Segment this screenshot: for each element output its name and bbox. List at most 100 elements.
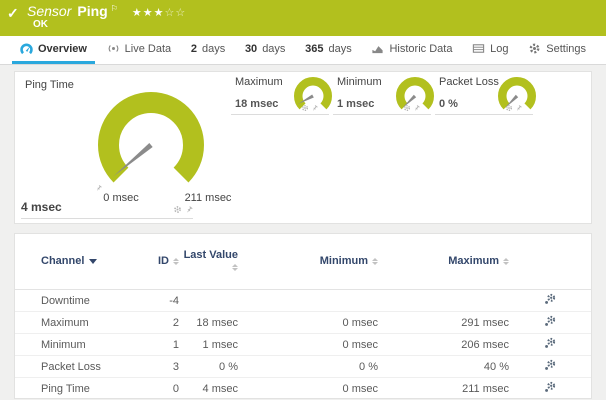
cell-id: 3 xyxy=(141,361,179,373)
cell-actions xyxy=(509,359,591,374)
priority-stars[interactable]: ★★★☆☆ xyxy=(132,6,186,19)
gauge-pin-icon[interactable] xyxy=(413,104,421,112)
column-header-label: ID xyxy=(158,255,169,267)
gauge-min-label: 0 msec xyxy=(91,192,151,204)
column-header-last-value[interactable]: Last Value xyxy=(179,249,238,275)
tab-overview[interactable]: Overview xyxy=(12,36,95,64)
channel-settings-icon[interactable] xyxy=(544,293,556,305)
divider xyxy=(21,218,193,219)
cell-last: 18 msec xyxy=(179,317,238,329)
cell-id: 0 xyxy=(141,383,179,395)
cell-id: 1 xyxy=(141,339,179,351)
pin-icon xyxy=(515,104,523,112)
gauges-panel: Ping Time 0 msec 211 msec 4 msec Maximum… xyxy=(14,71,592,224)
gauge-icon xyxy=(20,42,33,55)
main-gauge-value: 4 msec xyxy=(21,200,62,214)
column-header-label: Last Value xyxy=(184,249,238,261)
star-icon[interactable]: ☆ xyxy=(165,7,176,19)
table-row: Minimum11 msec0 msec206 msec xyxy=(15,334,591,356)
broadcast-icon xyxy=(107,42,120,55)
channel-settings-icon[interactable] xyxy=(544,337,556,349)
mini-gauge-title: Packet Loss xyxy=(439,76,499,88)
broadcast-icon xyxy=(107,42,120,55)
cell-min: 0 msec xyxy=(238,383,378,395)
pin-icon xyxy=(311,104,319,112)
gauge-pin-icon[interactable] xyxy=(311,104,319,112)
cell-id: -4 xyxy=(141,295,179,307)
gauge-max-label: 211 msec xyxy=(173,192,243,204)
tab-label: days xyxy=(329,43,352,55)
main-gauge-title: Ping Time xyxy=(25,79,74,91)
channel-settings-icon[interactable] xyxy=(544,359,556,371)
tab-30-days[interactable]: 30 days xyxy=(237,36,294,64)
cell-last: 0 % xyxy=(179,361,238,373)
cell-min: 0 % xyxy=(238,361,378,373)
table-row: Packet Loss30 %0 %40 % xyxy=(15,356,591,378)
sensor-status-bar: ✓ Sensor Ping ⚐ ★★★☆☆ OK xyxy=(0,0,606,36)
cell-last: 4 msec xyxy=(179,383,238,395)
gear-icon xyxy=(301,104,309,112)
mini-gauge-title: Maximum xyxy=(235,76,283,88)
star-icon[interactable]: ★ xyxy=(154,7,165,19)
mini-gauge-title: Minimum xyxy=(337,76,382,88)
cell-channel: Maximum xyxy=(41,317,141,329)
tab-label: Overview xyxy=(38,43,87,55)
tab-number: 30 xyxy=(245,43,257,55)
channel-settings-icon xyxy=(544,315,556,327)
table-row: Ping Time04 msec0 msec211 msec xyxy=(15,378,591,399)
mini-gauge-value: 0 % xyxy=(439,98,458,110)
channel-settings-icon[interactable] xyxy=(544,315,556,327)
status-badge: OK xyxy=(33,19,48,30)
column-header-channel[interactable]: Channel xyxy=(41,255,141,268)
cell-max: 211 msec xyxy=(378,383,509,395)
sort-desc-icon[interactable] xyxy=(89,259,97,264)
mini-gauge-tools xyxy=(505,104,523,112)
tab-bar: Overview Live Data2days30days365days His… xyxy=(0,36,606,65)
sort-icon[interactable] xyxy=(503,258,509,265)
mini-gauge-value: 18 msec xyxy=(235,98,278,110)
tab-historic-data[interactable]: Historic Data xyxy=(363,36,460,64)
flag-icon[interactable]: ⚐ xyxy=(111,4,118,13)
chart-icon xyxy=(371,42,384,55)
table-row: Maximum218 msec0 msec291 msec xyxy=(15,312,591,334)
gauge-settings-icon[interactable] xyxy=(301,104,309,112)
cell-channel: Packet Loss xyxy=(41,361,141,373)
gauge-icon xyxy=(20,42,33,55)
channels-table-panel: ChannelIDLast ValueMinimumMaximum Downti… xyxy=(14,233,592,399)
channel-settings-icon xyxy=(544,293,556,305)
channel-settings-icon[interactable] xyxy=(544,381,556,393)
column-header-id[interactable]: ID xyxy=(141,255,179,268)
star-icon[interactable]: ★ xyxy=(143,7,154,19)
tab-label: Historic Data xyxy=(389,43,452,55)
channel-settings-icon xyxy=(544,359,556,371)
gear-icon xyxy=(403,104,411,112)
gear-icon xyxy=(173,205,182,214)
gauge-pin-icon[interactable] xyxy=(185,205,194,214)
cell-min: 0 msec xyxy=(238,317,378,329)
gauge-settings-icon[interactable] xyxy=(505,104,513,112)
tab-2-days[interactable]: 2days xyxy=(183,36,233,64)
gauge-settings-icon[interactable] xyxy=(173,205,182,214)
star-icon[interactable]: ☆ xyxy=(175,7,186,19)
tab-log[interactable]: Log xyxy=(464,36,516,64)
cell-actions xyxy=(509,293,591,308)
tab-label: days xyxy=(262,43,285,55)
cell-channel: Downtime xyxy=(41,295,141,307)
channel-settings-icon xyxy=(544,337,556,349)
cell-channel: Ping Time xyxy=(41,383,141,395)
tab-live-data[interactable]: Live Data xyxy=(99,36,179,64)
tab-365-days[interactable]: 365days xyxy=(297,36,360,64)
pin-icon xyxy=(95,184,103,192)
tab-label: Live Data xyxy=(125,43,171,55)
column-header-minimum[interactable]: Minimum xyxy=(238,255,378,268)
tab-settings[interactable]: Settings xyxy=(520,36,594,64)
sensor-name: Ping xyxy=(77,3,107,19)
star-icon[interactable]: ★ xyxy=(132,7,143,19)
gauge-pin-icon[interactable] xyxy=(515,104,523,112)
column-header-maximum[interactable]: Maximum xyxy=(378,255,509,268)
cell-id: 2 xyxy=(141,317,179,329)
main-gauge-tools xyxy=(173,205,194,214)
cell-channel: Minimum xyxy=(41,339,141,351)
gauge-settings-icon[interactable] xyxy=(403,104,411,112)
mini-gauge-value: 1 msec xyxy=(337,98,374,110)
